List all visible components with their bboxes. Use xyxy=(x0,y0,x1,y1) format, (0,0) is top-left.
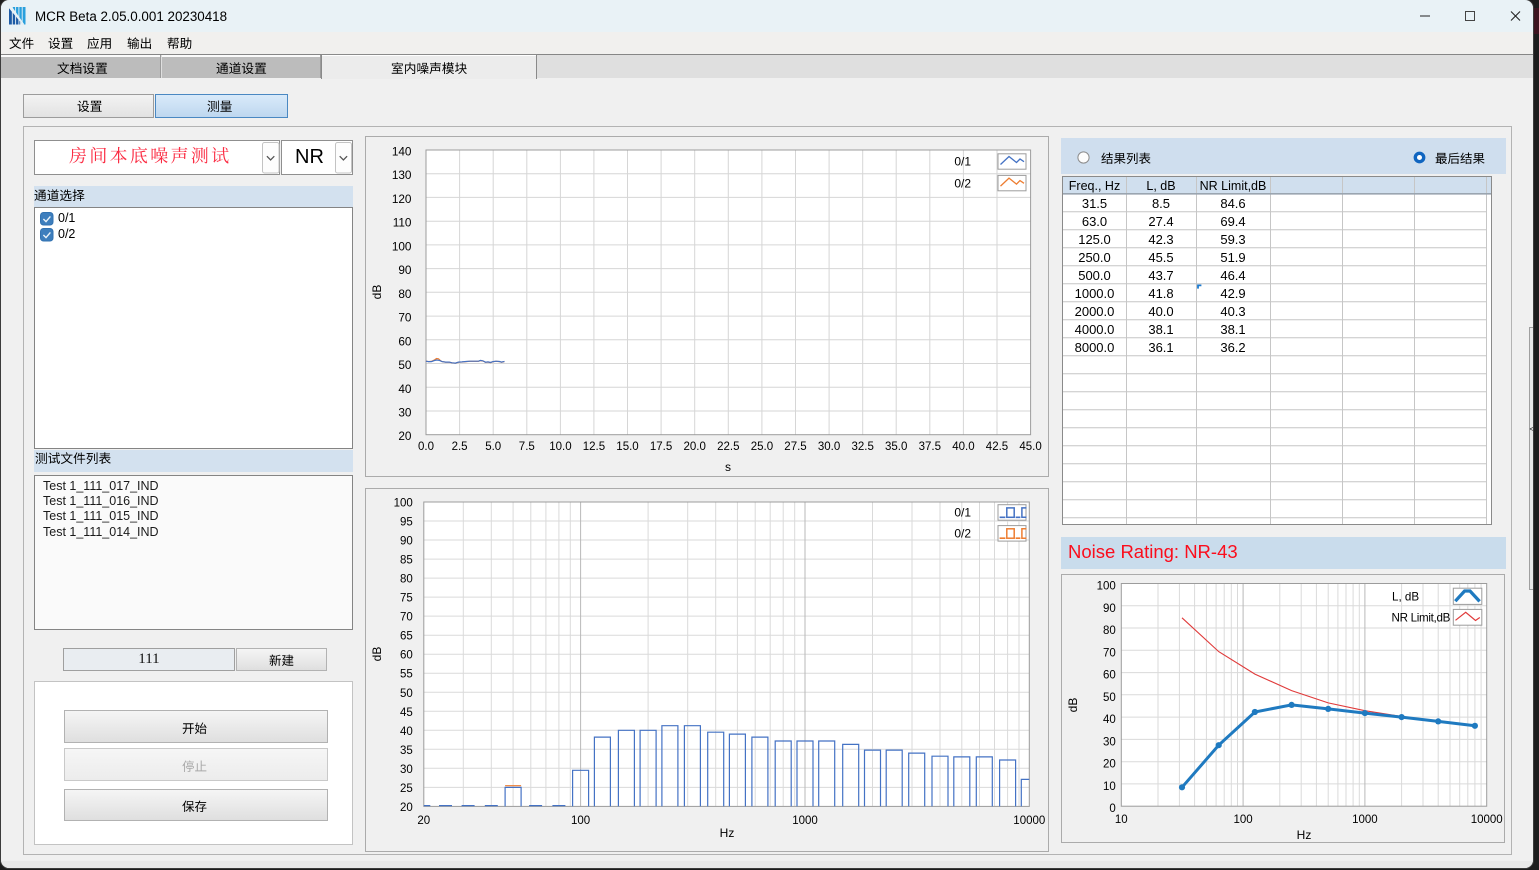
svg-text:43.7: 43.7 xyxy=(1148,268,1173,283)
svg-text:63.0: 63.0 xyxy=(1082,214,1107,229)
svg-text:38.1: 38.1 xyxy=(1148,322,1173,337)
svg-text:41.8: 41.8 xyxy=(1148,286,1173,301)
svg-text:51.9: 51.9 xyxy=(1220,250,1245,265)
svg-text:40.3: 40.3 xyxy=(1220,304,1245,319)
svg-text:L, dB: L, dB xyxy=(1146,179,1175,193)
svg-text:2000.0: 2000.0 xyxy=(1075,304,1115,319)
svg-text:4000.0: 4000.0 xyxy=(1075,322,1115,337)
svg-text:40.0: 40.0 xyxy=(1148,304,1173,319)
svg-text:42.3: 42.3 xyxy=(1148,232,1173,247)
svg-text:250.0: 250.0 xyxy=(1078,250,1111,265)
svg-text:46.4: 46.4 xyxy=(1220,268,1245,283)
svg-text:59.3: 59.3 xyxy=(1220,232,1245,247)
svg-text:36.2: 36.2 xyxy=(1220,340,1245,355)
svg-text:45.5: 45.5 xyxy=(1148,250,1173,265)
svg-text:125.0: 125.0 xyxy=(1078,232,1111,247)
svg-text:42.9: 42.9 xyxy=(1220,286,1245,301)
svg-text:36.1: 36.1 xyxy=(1148,340,1173,355)
svg-text:NR Limit,dB: NR Limit,dB xyxy=(1200,179,1267,193)
svg-text:8000.0: 8000.0 xyxy=(1075,340,1115,355)
svg-text:27.4: 27.4 xyxy=(1148,214,1173,229)
svg-text:38.1: 38.1 xyxy=(1220,322,1245,337)
svg-text:1000.0: 1000.0 xyxy=(1075,286,1115,301)
svg-text:69.4: 69.4 xyxy=(1220,214,1245,229)
svg-text:Freq., Hz: Freq., Hz xyxy=(1069,179,1120,193)
svg-text:84.6: 84.6 xyxy=(1220,196,1245,211)
svg-text:8.5: 8.5 xyxy=(1152,196,1170,211)
svg-text:500.0: 500.0 xyxy=(1078,268,1111,283)
svg-text:31.5: 31.5 xyxy=(1082,196,1107,211)
